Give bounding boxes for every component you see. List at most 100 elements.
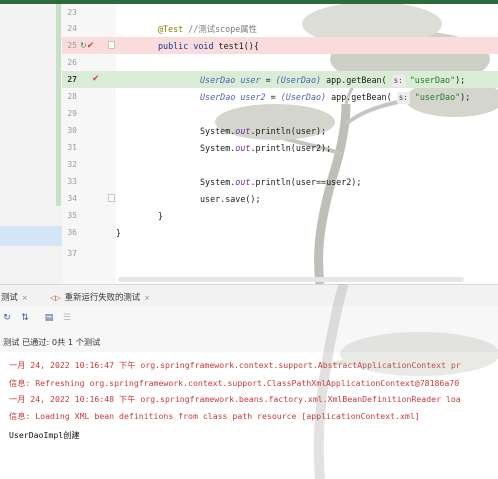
field-ref: out — [235, 143, 251, 153]
code-content: System.out.println(user==user2); — [200, 176, 361, 188]
keyword: void — [193, 41, 214, 51]
gutter-icons: ↻✔ — [80, 40, 94, 51]
console-line: 一月 24, 2022 10:16:48 下午 org.springframew… — [9, 394, 461, 404]
code-text: } — [116, 228, 122, 238]
code-line[interactable]: 35} — [0, 207, 498, 224]
code-line[interactable]: 30 System.out.println(user); — [0, 122, 498, 139]
line-number: 26 — [67, 58, 77, 67]
line-number: 32 — [67, 160, 77, 169]
code-line[interactable]: 27 ✔ UserDao user = (UserDao) app.getBean(… — [0, 71, 498, 88]
code-content: @Test //测试scope属性 — [158, 23, 257, 35]
console-output[interactable]: 一月 24, 2022 10:16:47 下午 org.springframew… — [0, 352, 498, 479]
string-literal: "userDao" — [409, 75, 456, 85]
type-name: UserDao — [200, 75, 236, 85]
test-toolbar: ↻ ⇅ ▤ ☰ — [0, 306, 498, 330]
close-icon[interactable]: × — [144, 294, 150, 302]
line-highlight — [62, 190, 498, 207]
console-line: 信息: Refreshing org.springframework.conte… — [9, 378, 460, 388]
code-line[interactable]: 32 — [0, 156, 498, 173]
console-line: 信息: Loading XML bean definitions from cl… — [9, 411, 420, 421]
line-highlight — [62, 4, 498, 21]
rerun-arrow-icon: ◁▷ — [50, 294, 61, 302]
line-number: 29 — [67, 109, 77, 118]
method-call: .println(user2); — [250, 143, 332, 153]
code-line[interactable]: 33 System.out.println(user==user2); — [0, 173, 498, 190]
method-call: app.getBean( — [326, 75, 387, 85]
console-line: UserDaoImpl创建 — [9, 430, 80, 440]
rerun-icon[interactable]: ↻ — [1, 312, 13, 324]
method-call: app.getBean( — [331, 92, 392, 102]
line-highlight — [62, 54, 498, 71]
code-line[interactable]: 29 — [0, 105, 498, 122]
code-content: public void test1(){ — [158, 40, 259, 52]
cast: (UserDao) — [275, 75, 322, 85]
code-line[interactable]: 24 @Test //测试scope属性 — [0, 20, 498, 37]
gutter-icons: ✔ — [92, 74, 100, 85]
method-call: .println(user); — [250, 126, 327, 136]
string-literal: "userDao" — [414, 92, 461, 102]
test-status-bar: 测试 已通过: 0共 1 个测试 — [0, 330, 498, 352]
code-content: System.out.println(user); — [200, 125, 326, 137]
line-number: 24 — [67, 24, 77, 33]
class-ref: System. — [200, 177, 236, 187]
horizontal-scrollbar[interactable] — [118, 277, 464, 282]
type-name: UserDao — [200, 92, 236, 102]
code-editor[interactable]: 23 24 @Test //测试scope属性 25 ↻✔ public void tes… — [0, 4, 498, 284]
bug-gutter-icon[interactable]: ✔ — [92, 74, 100, 84]
tab-rerun-failed[interactable]: ◁▷ 重新运行失败的测试 × — [50, 291, 150, 303]
line-highlight — [62, 156, 498, 173]
tab-tests-label: 测试 — [1, 292, 18, 302]
keyword: public — [158, 41, 189, 51]
line-highlight — [62, 20, 498, 37]
line-highlight — [62, 207, 498, 224]
line-number: 34 — [67, 194, 77, 203]
layout-icon[interactable]: ▤ — [43, 312, 55, 324]
code-line[interactable]: 31 System.out.println(user2); — [0, 139, 498, 156]
code-content: System.out.println(user2); — [200, 142, 331, 154]
variable: user2 — [240, 92, 266, 102]
test-status-text: 测试 已通过: 0共 1 个测试 — [3, 337, 101, 347]
operator: = — [270, 92, 276, 102]
method-name: test1(){ — [218, 41, 259, 51]
tab-tests[interactable]: 测试 × — [1, 291, 28, 303]
collapse-icon[interactable]: ☰ — [61, 312, 73, 324]
code-content: UserDao user2 = (UserDao) app.getBean( s… — [200, 91, 470, 104]
console-line: 一月 24, 2022 10:16:47 下午 org.springframew… — [9, 360, 461, 370]
line-highlight — [62, 105, 498, 122]
line-number: 33 — [67, 177, 77, 186]
code-content: UserDao user = (UserDao) app.getBean( s:… — [200, 74, 465, 87]
line-number: 37 — [67, 249, 77, 258]
class-ref: System. — [200, 143, 236, 153]
code-line[interactable]: 34 user.save(); — [0, 190, 498, 207]
line-number: 35 — [67, 211, 77, 220]
close-icon[interactable]: × — [22, 294, 28, 302]
code-content: } — [116, 227, 121, 239]
method-call: .println(user==user2); — [250, 177, 362, 187]
code-text: user.save(); — [200, 194, 261, 204]
code-line[interactable]: 37 — [0, 245, 498, 262]
code-line[interactable]: 25 ↻✔ public void test1(){ — [0, 37, 498, 54]
bug-gutter-icon[interactable]: ✔ — [87, 41, 95, 51]
field-ref: out — [235, 126, 251, 136]
fold-icon[interactable] — [108, 194, 115, 202]
line-number: 27 — [67, 75, 77, 84]
field-ref: out — [235, 177, 251, 187]
line-highlight — [62, 37, 498, 54]
code-line[interactable]: 28 UserDao user2 = (UserDao) app.getBean(… — [0, 88, 498, 105]
line-number: 36 — [67, 228, 77, 237]
code-line[interactable]: 36} — [0, 224, 498, 241]
annotation: @Test — [158, 24, 184, 34]
sort-icon[interactable]: ⇅ — [19, 312, 31, 324]
code-line[interactable]: 26 — [0, 54, 498, 71]
line-number: 23 — [67, 8, 77, 17]
run-tool-window-tabs: 测试 × ◁▷ 重新运行失败的测试 × — [0, 284, 498, 306]
fold-icon[interactable] — [108, 41, 115, 49]
punctuation: ); — [455, 75, 466, 85]
run-gutter-icon[interactable]: ↻ — [80, 41, 87, 50]
code-content: } — [158, 210, 163, 222]
line-highlight — [62, 245, 498, 262]
code-line[interactable]: 23 — [0, 4, 498, 21]
line-number: 31 — [67, 143, 77, 152]
operator: = — [265, 75, 271, 85]
line-number: 25 — [67, 41, 77, 50]
